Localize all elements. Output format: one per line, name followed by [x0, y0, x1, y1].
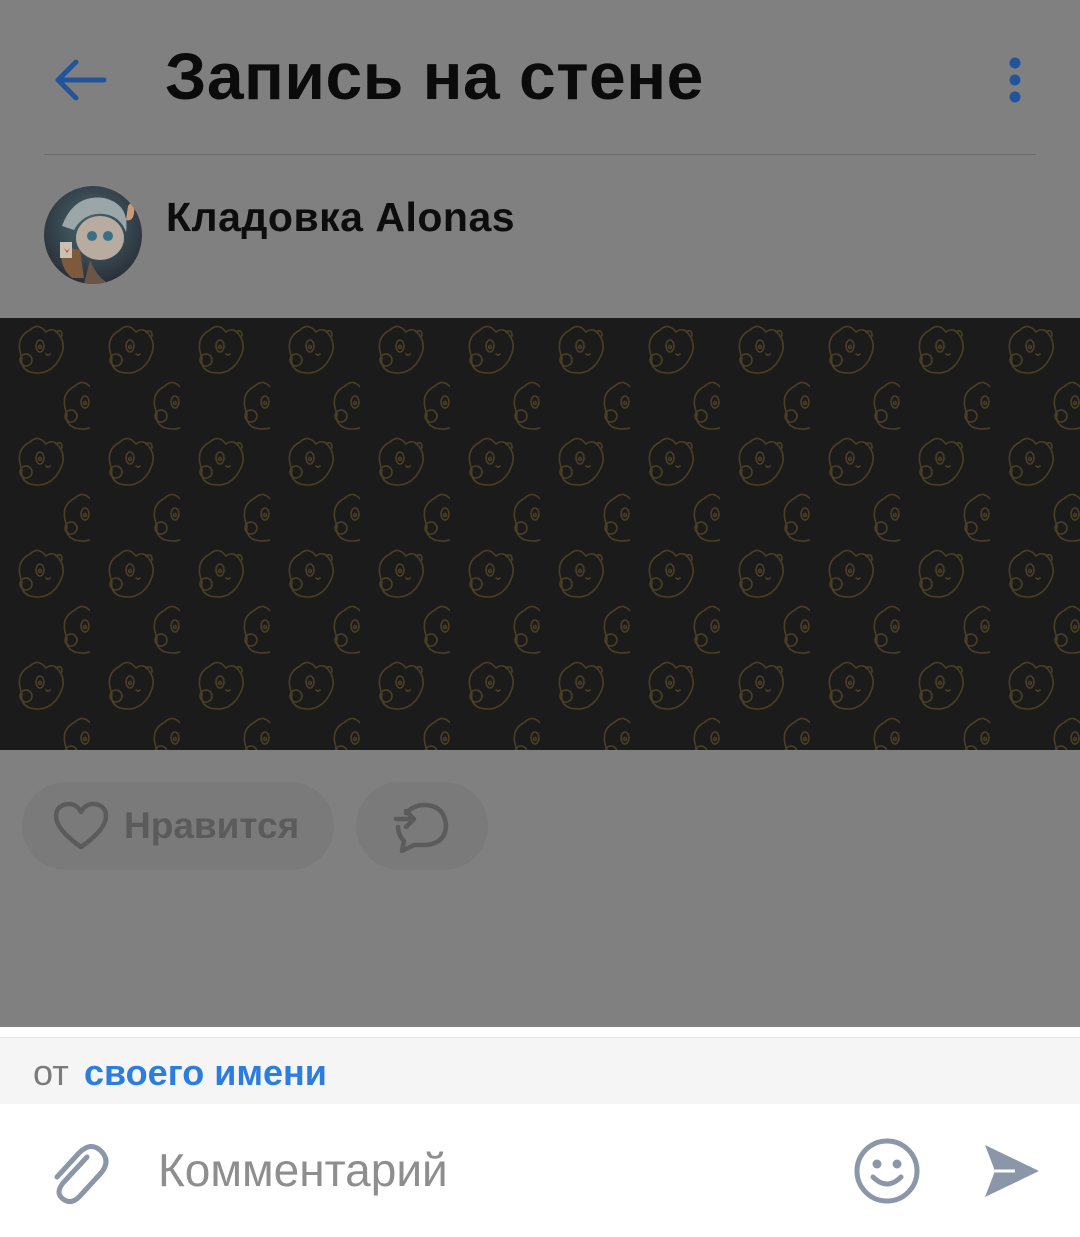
post-actions: Нравится: [0, 782, 1080, 872]
post-author[interactable]: Кладовка Alonas: [44, 186, 744, 286]
like-label: Нравится: [124, 805, 300, 846]
more-button[interactable]: [985, 40, 1045, 120]
post-image[interactable]: [0, 318, 1080, 750]
share-icon: [393, 802, 449, 853]
paperclip-icon: [54, 1144, 109, 1205]
arrow-left-icon: [55, 59, 107, 101]
send-icon: [985, 1145, 1039, 1197]
back-button[interactable]: [40, 40, 120, 120]
header-divider: [44, 154, 1036, 155]
send-button[interactable]: [978, 1136, 1044, 1206]
comment-as-link[interactable]: своего имени: [84, 1052, 327, 1094]
more-vertical-icon: [1009, 57, 1021, 103]
comment-input[interactable]: [158, 1134, 808, 1206]
smiley-icon: [854, 1138, 920, 1204]
comment-as-prefix: от: [33, 1052, 69, 1093]
share-button[interactable]: [356, 782, 488, 870]
pattern-image: [0, 318, 1080, 750]
heart-icon: [52, 800, 110, 852]
like-button[interactable]: Нравится: [22, 782, 334, 870]
attach-button[interactable]: [40, 1132, 116, 1212]
avatar[interactable]: [44, 186, 142, 284]
top-bar: Запись на стене: [0, 0, 1080, 155]
page-title: Запись на стене: [165, 39, 704, 113]
comment-composer: [0, 1104, 1080, 1237]
comment-as-selector[interactable]: от своего имени: [0, 1037, 1080, 1105]
emoji-button[interactable]: [852, 1136, 922, 1206]
author-name[interactable]: Кладовка Alonas: [166, 194, 515, 241]
